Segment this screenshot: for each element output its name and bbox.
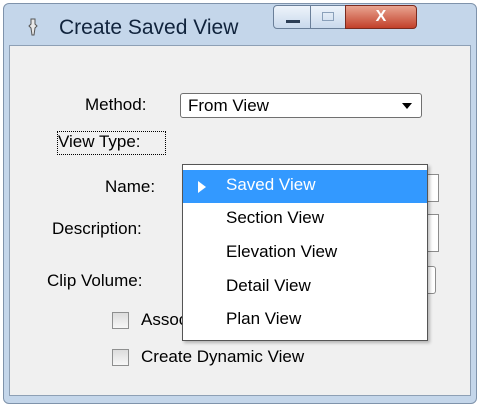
minimize-button[interactable] xyxy=(273,5,311,29)
description-label: Description: xyxy=(52,219,142,238)
maximize-button xyxy=(310,5,346,29)
dropdown-item-label: Section View xyxy=(226,208,324,227)
window-title: Create Saved View xyxy=(59,16,239,39)
name-label: Name: xyxy=(105,177,156,196)
method-select-value: From View xyxy=(188,96,269,115)
dropdown-item-elevation-view[interactable]: Elevation View xyxy=(183,237,427,270)
dropdown-item-saved-view[interactable]: Saved View xyxy=(183,170,427,203)
dropdown-item-detail-view[interactable]: Detail View xyxy=(183,271,427,304)
method-label: Method: xyxy=(85,95,147,114)
dynamic-view-label: Create Dynamic View xyxy=(141,347,305,366)
pin-icon xyxy=(28,18,38,36)
maximize-icon xyxy=(322,12,334,21)
close-icon: X xyxy=(375,8,387,25)
dialog-window: Create Saved View X Method: From View Vi… xyxy=(3,3,477,404)
method-select[interactable]: From View xyxy=(180,93,422,118)
dropdown-item-section-view[interactable]: Section View xyxy=(183,203,427,236)
dropdown-item-plan-view[interactable]: Plan View xyxy=(183,304,427,337)
close-button[interactable]: X xyxy=(345,5,417,29)
view-type-label: View Type: xyxy=(58,132,141,151)
view-type-dropdown-list: Saved View Section View Elevation View D… xyxy=(182,164,428,341)
dropdown-item-label: Saved View xyxy=(226,175,316,194)
dropdown-item-label: Elevation View xyxy=(226,242,338,261)
dropdown-item-label: Detail View xyxy=(226,276,311,295)
caret-right-icon xyxy=(198,181,206,193)
dialog-body: Method: From View View Type: Name: Descr… xyxy=(9,45,471,396)
minimize-icon xyxy=(286,20,300,23)
chevron-down-icon xyxy=(402,103,412,109)
title-bar[interactable]: Create Saved View X xyxy=(4,4,476,46)
dropdown-item-label: Plan View xyxy=(226,309,302,328)
associative-clip-checkbox[interactable] xyxy=(112,312,129,329)
clip-volume-label: Clip Volume: xyxy=(47,271,143,290)
dynamic-view-checkbox[interactable] xyxy=(112,349,129,366)
